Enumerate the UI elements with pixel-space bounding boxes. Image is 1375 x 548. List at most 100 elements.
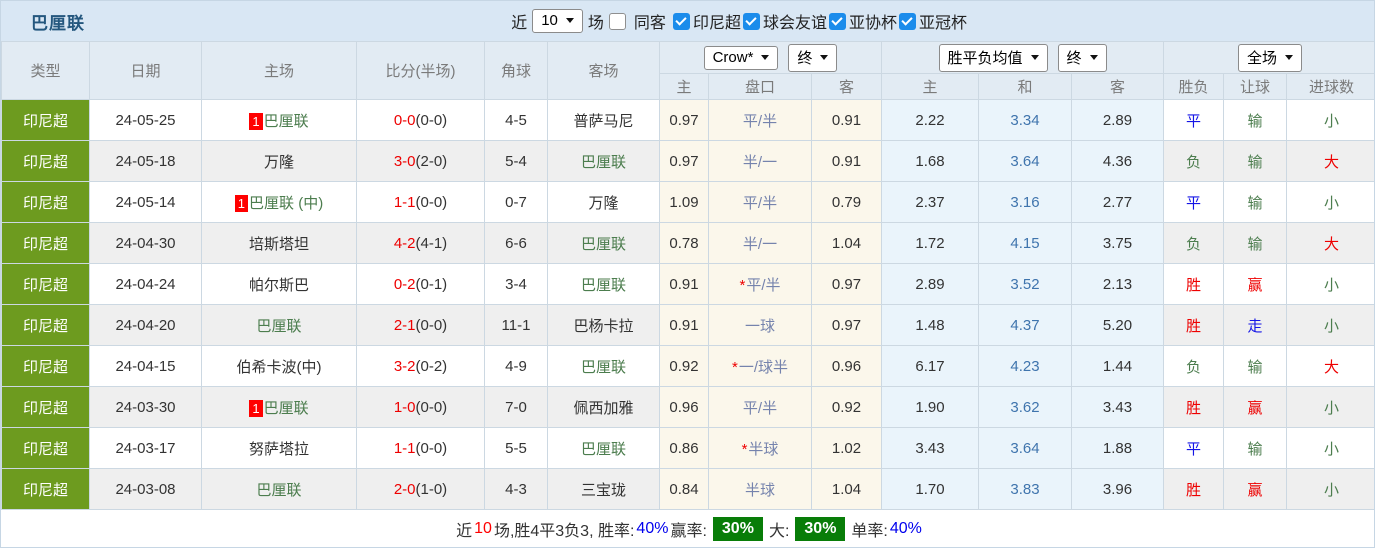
odds-away-cell: 2.77 (1072, 182, 1164, 223)
league-filter-label: 亚协杯 (849, 9, 897, 33)
same-opponent-label: 同客 (634, 9, 666, 33)
ah-away-odds-cell: 0.79 (812, 182, 882, 223)
goals-cell: 大 (1287, 223, 1375, 264)
home-team-name: 巴厘联 (264, 400, 309, 417)
date-cell: 24-04-30 (90, 223, 202, 264)
away-team-name: 佩西加雅 (573, 400, 633, 417)
league-cell: 印尼超 (2, 100, 90, 141)
league-cell: 印尼超 (2, 346, 90, 387)
handicap-result-cell: 输 (1224, 182, 1287, 223)
away-team-name: 普萨马尼 (573, 113, 633, 130)
subcol-handicap: 盘口 (709, 74, 812, 100)
handicap-cell: *平/半 (709, 100, 812, 141)
same-opponent-checkbox[interactable] (609, 13, 626, 30)
col-date: 日期 (90, 42, 202, 100)
handicap-cell: *半/一 (709, 223, 812, 264)
summary-part: 40% (890, 520, 922, 538)
ah-home-odds-cell: 0.91 (660, 264, 709, 305)
home-team-cell: 1巴厘联 (202, 387, 357, 428)
score-cell: 1-0(0-0) (357, 387, 485, 428)
scope-select[interactable]: 全场 (1238, 44, 1302, 72)
result-cell: 负 (1164, 346, 1224, 387)
live-star-icon: * (739, 277, 745, 294)
unit-label: 场 (588, 9, 604, 33)
live-star-icon: * (742, 441, 748, 458)
league-filter: 亚冠杯 (899, 9, 969, 33)
subcol-odds-draw: 和 (979, 74, 1072, 100)
fulltime-score: 1-1 (394, 440, 416, 457)
ah-home-odds-cell: 1.09 (660, 182, 709, 223)
league-filters: 印尼超球会友谊亚协杯亚冠杯 (673, 9, 969, 33)
recent-count-select[interactable]: 10 (532, 9, 583, 33)
home-team-name: 巴厘联 (256, 318, 301, 335)
league-filter-checkbox[interactable] (673, 13, 690, 30)
away-team-cell: 巴杨卡拉 (548, 305, 660, 346)
handicap-text: 半球 (748, 441, 778, 458)
home-team-name: 巴厘联 (中) (249, 195, 323, 212)
handicap-result-cell: 走 (1224, 305, 1287, 346)
handicap-result-cell: 输 (1224, 100, 1287, 141)
date-cell: 24-05-25 (90, 100, 202, 141)
odds-draw-cell: 3.16 (979, 182, 1072, 223)
handicap-cell: *一/球半 (709, 346, 812, 387)
fulltime-score: 4-2 (394, 235, 416, 252)
bookmaker-select[interactable]: Crow* (704, 46, 779, 70)
odds-home-cell: 1.72 (882, 223, 979, 264)
halftime-score: (0-2) (416, 358, 448, 375)
date-cell: 24-03-08 (90, 469, 202, 510)
handicap-cell: *半/一 (709, 141, 812, 182)
date-cell: 24-04-15 (90, 346, 202, 387)
goals-cell: 小 (1287, 305, 1375, 346)
home-team-cell: 努萨塔拉 (202, 428, 357, 469)
away-team-cell: 普萨马尼 (548, 100, 660, 141)
odds-home-cell: 1.90 (882, 387, 979, 428)
odds-home-cell: 1.68 (882, 141, 979, 182)
ah-away-odds-cell: 0.96 (812, 346, 882, 387)
league-filter-checkbox[interactable] (899, 13, 916, 30)
col-corners: 角球 (485, 42, 548, 100)
league-cell: 印尼超 (2, 182, 90, 223)
corners-cell: 4-3 (485, 469, 548, 510)
ah-home-odds-cell: 0.96 (660, 387, 709, 428)
halftime-score: (0-0) (416, 317, 448, 334)
summary-part: 10 (474, 520, 492, 538)
away-team-cell: 万隆 (548, 182, 660, 223)
league-filter-checkbox[interactable] (829, 13, 846, 30)
ah-away-odds-cell: 0.91 (812, 100, 882, 141)
league-filter-label: 亚冠杯 (919, 9, 967, 33)
date-cell: 24-05-14 (90, 182, 202, 223)
fulltime-score: 3-2 (394, 358, 416, 375)
ah-home-odds-cell: 0.86 (660, 428, 709, 469)
home-team-name: 伯希卡波(中) (237, 359, 322, 376)
result-cell: 负 (1164, 141, 1224, 182)
home-team-cell: 巴厘联 (202, 305, 357, 346)
odds-draw-cell: 3.64 (979, 428, 1072, 469)
bookmaker-stage-select[interactable]: 终 (788, 44, 837, 72)
match-history-table: 类型 日期 主场 比分(半场) 角球 客场 Crow* 终 胜平负均值 终 (1, 41, 1375, 548)
table-row: 印尼超 24-05-18 万隆 3-0(2-0) 5-4 巴厘联 0.97 *半… (2, 141, 1375, 182)
handicap-cell: *半球 (709, 428, 812, 469)
odds-away-cell: 1.88 (1072, 428, 1164, 469)
home-team-cell: 1巴厘联 (202, 100, 357, 141)
subcol-result: 胜负 (1164, 74, 1224, 100)
corners-cell: 6-6 (485, 223, 548, 264)
handicap-text: 平/半 (743, 195, 777, 212)
ah-away-odds-cell: 1.04 (812, 469, 882, 510)
odds-draw-cell: 3.83 (979, 469, 1072, 510)
odds-home-cell: 2.22 (882, 100, 979, 141)
ah-away-odds-cell: 0.97 (812, 264, 882, 305)
odds-away-cell: 5.20 (1072, 305, 1164, 346)
halftime-score: (0-0) (416, 440, 448, 457)
home-team-cell: 万隆 (202, 141, 357, 182)
corners-cell: 4-9 (485, 346, 548, 387)
odds-stage-select[interactable]: 终 (1058, 44, 1107, 72)
date-cell: 24-05-18 (90, 141, 202, 182)
home-team-name: 巴厘联 (264, 113, 309, 130)
fulltime-score: 2-0 (394, 481, 416, 498)
chevron-down-icon (566, 18, 574, 23)
result-cell: 胜 (1164, 305, 1224, 346)
odds-type-select[interactable]: 胜平负均值 (939, 44, 1048, 72)
league-filter-checkbox[interactable] (743, 13, 760, 30)
handicap-result-cell: 赢 (1224, 387, 1287, 428)
summary-text: 近10场,胜4平3负3, 胜率:40% 赢率:30%大:30%单率:40% (4, 517, 1375, 541)
